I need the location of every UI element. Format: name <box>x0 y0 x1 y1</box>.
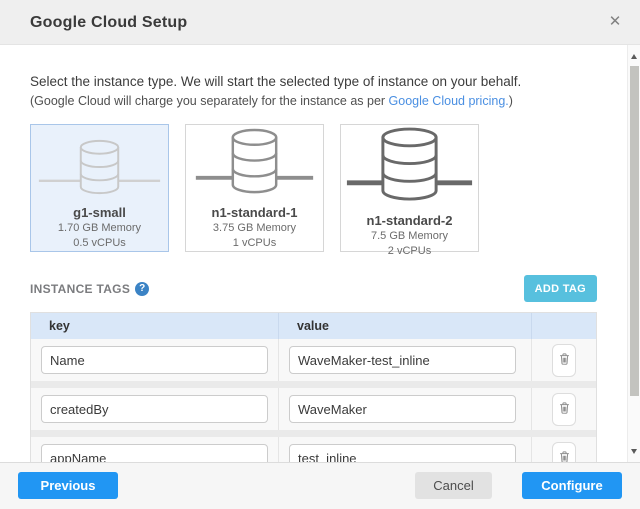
database-icon <box>31 125 168 203</box>
dialog-title: Google Cloud Setup <box>30 0 187 45</box>
pricing-link[interactable]: Google Cloud pricing. <box>389 94 509 108</box>
close-icon[interactable]: ✕ <box>605 12 625 32</box>
tag-value-input[interactable] <box>289 346 516 374</box>
instance-vcpus: 0.5 vCPUs <box>73 236 126 251</box>
instance-tags-table: key value <box>30 312 597 462</box>
trash-icon <box>557 449 572 463</box>
instance-memory: 3.75 GB Memory <box>213 221 296 236</box>
table-header-row: key value <box>31 313 596 339</box>
scrollbar[interactable] <box>627 45 640 462</box>
dialog-footer: Previous Cancel Configure <box>0 462 640 509</box>
scrollbar-thumb[interactable] <box>630 66 639 396</box>
column-header-key: key <box>31 313 278 339</box>
pricing-note: (Google Cloud will charge you separately… <box>30 93 597 109</box>
column-header-value: value <box>278 313 531 339</box>
instance-vcpus: 2 vCPUs <box>388 244 431 259</box>
delete-tag-button[interactable] <box>552 393 576 426</box>
help-icon[interactable]: ? <box>135 282 149 296</box>
instance-type-cards: g1-small 1.70 GB Memory 0.5 vCPUs n1-sta… <box>30 124 597 252</box>
instance-tags-bar: INSTANCE TAGS ? ADD TAG <box>30 275 597 302</box>
tag-key-input[interactable] <box>41 395 268 423</box>
delete-tag-button[interactable] <box>552 344 576 377</box>
table-row <box>31 339 596 381</box>
trash-icon <box>557 351 572 370</box>
scroll-down-icon[interactable] <box>631 449 637 454</box>
instance-name: g1-small <box>73 205 126 221</box>
database-icon <box>186 125 323 203</box>
dialog-body: Select the instance type. We will start … <box>0 45 640 462</box>
intro-text: Select the instance type. We will start … <box>30 73 597 90</box>
tag-key-input[interactable] <box>41 346 268 374</box>
trash-icon <box>557 400 572 419</box>
instance-vcpus: 1 vCPUs <box>233 236 276 251</box>
instance-card-n1-standard-2[interactable]: n1-standard-2 7.5 GB Memory 2 vCPUs <box>340 124 479 252</box>
tag-value-input[interactable] <box>289 395 516 423</box>
instance-card-n1-standard-1[interactable]: n1-standard-1 3.75 GB Memory 1 vCPUs <box>185 124 324 252</box>
database-icon <box>341 125 478 211</box>
tag-key-input[interactable] <box>41 444 268 462</box>
pricing-note-prefix: (Google Cloud will charge you separately… <box>30 94 389 108</box>
previous-button[interactable]: Previous <box>18 472 118 499</box>
instance-card-g1-small[interactable]: g1-small 1.70 GB Memory 0.5 vCPUs <box>30 124 169 252</box>
delete-tag-button[interactable] <box>552 442 576 463</box>
instance-memory: 1.70 GB Memory <box>58 221 141 236</box>
table-row <box>31 388 596 430</box>
configure-button[interactable]: Configure <box>522 472 622 499</box>
instance-name: n1-standard-2 <box>367 213 453 229</box>
pricing-note-suffix: ) <box>509 94 513 108</box>
scroll-up-icon[interactable] <box>631 54 637 59</box>
table-row <box>31 437 596 462</box>
column-header-actions <box>531 313 596 339</box>
instance-memory: 7.5 GB Memory <box>371 229 448 244</box>
add-tag-button[interactable]: ADD TAG <box>524 275 597 302</box>
instance-tags-label: INSTANCE TAGS <box>30 282 130 296</box>
cancel-button[interactable]: Cancel <box>415 472 492 499</box>
google-cloud-setup-dialog: Google Cloud Setup ✕ Select the instance… <box>0 0 640 509</box>
instance-name: n1-standard-1 <box>212 205 298 221</box>
tag-value-input[interactable] <box>289 444 516 462</box>
dialog-header: Google Cloud Setup ✕ <box>0 0 640 45</box>
